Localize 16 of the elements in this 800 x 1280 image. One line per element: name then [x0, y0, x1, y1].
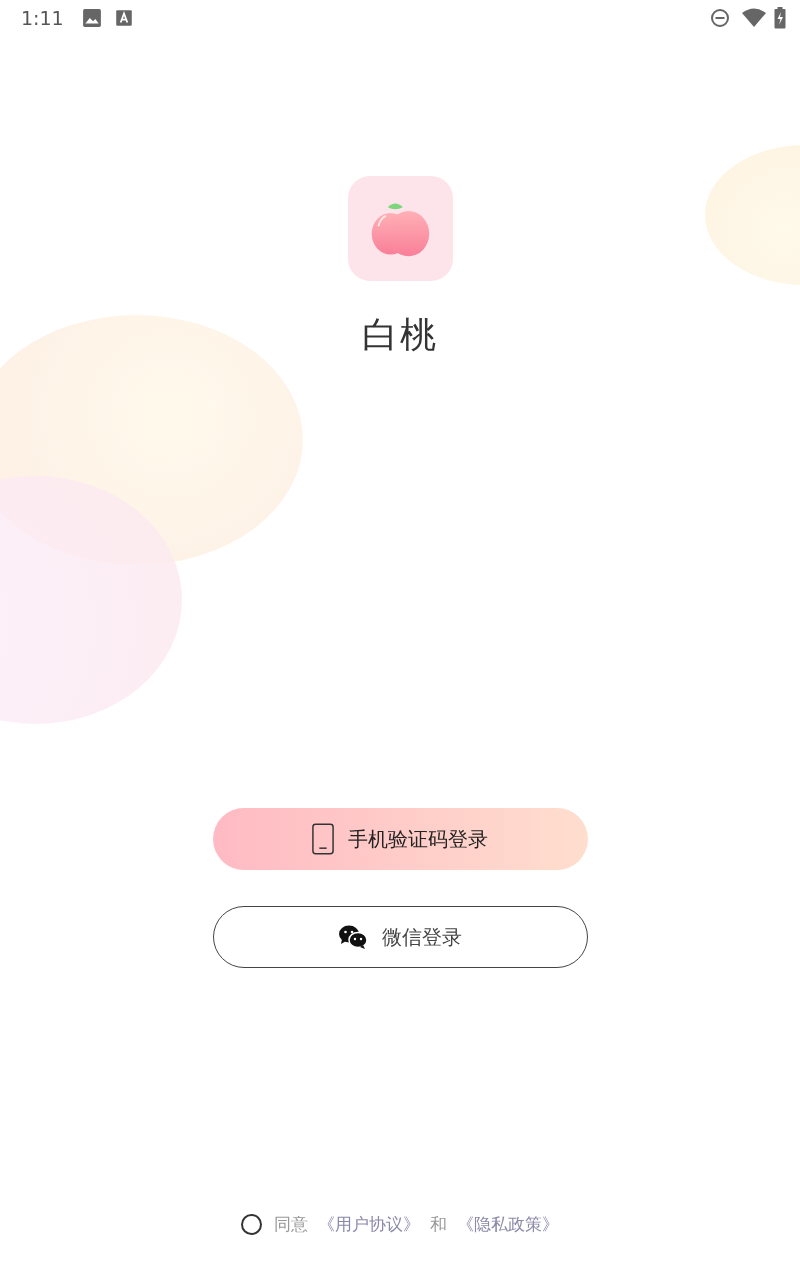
text-notification-icon — [113, 8, 134, 28]
privacy-policy-link[interactable]: 《隐私政策》 — [457, 1213, 559, 1236]
phone-icon — [312, 823, 334, 855]
battery-charging-icon — [774, 7, 786, 29]
app-name: 白桃 — [362, 313, 438, 357]
and-text: 和 — [430, 1213, 447, 1236]
phone-login-button[interactable]: 手机验证码登录 — [212, 808, 588, 870]
wifi-icon — [742, 8, 766, 28]
agreement-radio[interactable] — [241, 1214, 262, 1235]
do-not-disturb-icon — [710, 8, 730, 28]
agree-text: 同意 — [274, 1213, 308, 1236]
user-agreement-link[interactable]: 《用户协议》 — [318, 1213, 420, 1236]
image-notification-icon — [81, 8, 102, 28]
chat-bubbles-icon — [338, 924, 368, 950]
status-time: 1:11 — [21, 7, 64, 29]
wechat-login-button[interactable]: 微信登录 — [212, 906, 588, 968]
